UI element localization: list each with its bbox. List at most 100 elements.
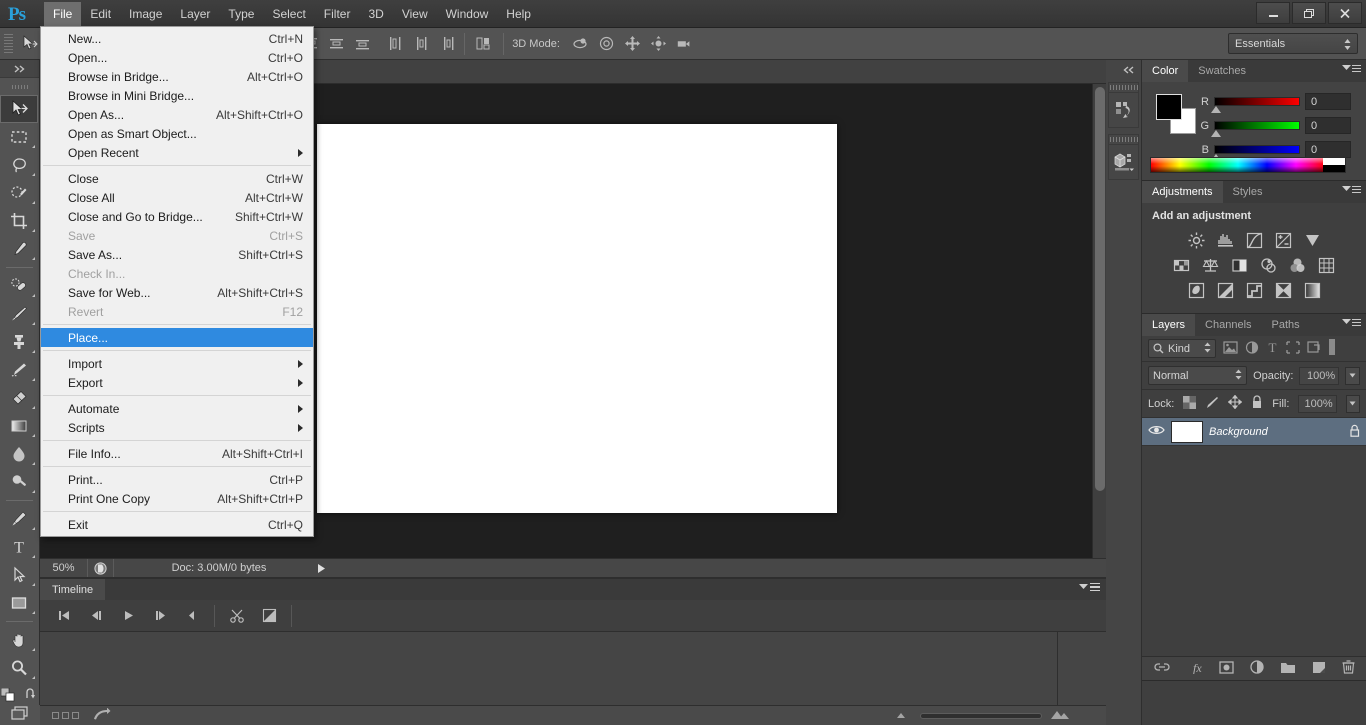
menu-item-new[interactable]: New... Ctrl+N — [41, 29, 313, 48]
layer-style-icon[interactable]: fx — [1186, 661, 1203, 677]
red-slider-thumb[interactable] — [1211, 106, 1221, 113]
tab-swatches[interactable]: Swatches — [1188, 60, 1256, 82]
screen-mode-bottom-icon[interactable] — [10, 706, 30, 725]
frame-view-buttons[interactable] — [52, 712, 79, 719]
menu-item-open-as-smart-object[interactable]: Open as Smart Object... — [41, 124, 313, 143]
distribute-vertical-centers-icon[interactable] — [328, 35, 345, 52]
photo-filter-icon[interactable] — [1259, 256, 1278, 275]
blue-channel-slider[interactable] — [1214, 145, 1300, 154]
tool-clone-stamp[interactable] — [0, 328, 38, 356]
lock-all-icon[interactable] — [1251, 395, 1263, 412]
status-expand-arrow-icon[interactable] — [314, 561, 328, 575]
color-foreground-swatch[interactable] — [1156, 94, 1182, 120]
threshold-icon[interactable] — [1245, 281, 1264, 300]
tab-color[interactable]: Color — [1142, 60, 1188, 82]
close-icon[interactable] — [1328, 2, 1362, 24]
tool-zoom[interactable] — [0, 654, 38, 682]
exposure-icon[interactable] — [1274, 231, 1293, 250]
menu-view[interactable]: View — [393, 2, 437, 27]
toolbar-grip[interactable] — [10, 81, 29, 93]
3d-panel-grip[interactable] — [1109, 135, 1138, 145]
filter-adjustment-icon[interactable] — [1245, 341, 1259, 357]
tool-pen[interactable] — [0, 505, 38, 533]
gradient-map-icon[interactable] — [1303, 281, 1322, 300]
menu-item-import[interactable]: Import — [41, 354, 313, 373]
tool-lasso[interactable] — [0, 151, 38, 179]
distribute-left-edges-icon[interactable] — [387, 35, 404, 52]
go-to-first-frame-icon[interactable] — [48, 601, 80, 631]
layer-lock-icon[interactable] — [1349, 424, 1360, 440]
new-layer-icon[interactable] — [1312, 661, 1326, 677]
curves-icon[interactable] — [1245, 231, 1264, 250]
menu-image[interactable]: Image — [120, 2, 171, 27]
timeline-zoom-slider[interactable] — [920, 713, 1042, 719]
lock-transparency-icon[interactable] — [1183, 396, 1196, 412]
filter-type-icon[interactable]: T — [1266, 341, 1279, 357]
tab-timeline[interactable]: Timeline — [40, 579, 105, 600]
tool-brush[interactable] — [0, 300, 38, 328]
menu-item-place[interactable]: Place... — [41, 328, 313, 347]
menu-item-close[interactable]: Close Ctrl+W — [41, 169, 313, 188]
tool-rectangle[interactable] — [0, 589, 38, 617]
menu-item-close-all[interactable]: Close All Alt+Ctrl+W — [41, 188, 313, 207]
filter-toggle-icon[interactable] — [1328, 338, 1336, 359]
3d-orbit-icon[interactable] — [572, 35, 589, 52]
menu-item-close-and-go-to-bridge[interactable]: Close and Go to Bridge... Shift+Ctrl+W — [41, 207, 313, 226]
transition-icon[interactable] — [253, 601, 285, 631]
menu-item-export[interactable]: Export — [41, 373, 313, 392]
tool-move[interactable] — [0, 95, 38, 123]
menu-3d[interactable]: 3D — [359, 2, 392, 27]
tab-styles[interactable]: Styles — [1223, 181, 1273, 203]
history-panel-icon[interactable] — [1109, 93, 1138, 127]
link-layers-icon[interactable] — [1154, 661, 1170, 676]
swap-colors-icon[interactable] — [25, 688, 38, 704]
onion-large-icon[interactable] — [1050, 709, 1070, 723]
tool-quick-selection[interactable] — [0, 179, 38, 207]
menu-select[interactable]: Select — [263, 2, 314, 27]
menu-item-print[interactable]: Print... Ctrl+P — [41, 470, 313, 489]
color-panel-menu-icon[interactable] — [1342, 64, 1361, 72]
history-panel-grip[interactable] — [1109, 83, 1138, 93]
new-group-icon[interactable] — [1280, 661, 1296, 677]
tool-dodge[interactable] — [0, 468, 38, 496]
3d-camera-icon[interactable] — [676, 35, 693, 52]
color-lookup-icon[interactable] — [1317, 256, 1336, 275]
color-balance-icon[interactable] — [1201, 256, 1220, 275]
menu-file[interactable]: File — [44, 2, 81, 27]
previous-frame-icon[interactable] — [80, 601, 112, 631]
channel-mixer-icon[interactable] — [1288, 256, 1307, 275]
lock-image-icon[interactable] — [1205, 396, 1219, 412]
spectrum-white-swatch[interactable] — [1323, 158, 1345, 165]
lock-position-icon[interactable] — [1228, 395, 1242, 412]
canvas-vertical-scrollbar[interactable] — [1092, 84, 1106, 558]
layer-visibility-eye-icon[interactable] — [1148, 424, 1165, 439]
menu-item-print-one-copy[interactable]: Print One Copy Alt+Shift+Ctrl+P — [41, 489, 313, 508]
minimize-icon[interactable] — [1256, 2, 1290, 24]
zoom-level-field[interactable]: 50% — [40, 559, 88, 577]
distribute-horizontal-centers-icon[interactable] — [413, 35, 430, 52]
filter-image-icon[interactable] — [1223, 341, 1238, 357]
auto-align-layers-icon[interactable] — [473, 35, 495, 53]
menu-item-browse-in-mini-bridge[interactable]: Browse in Mini Bridge... — [41, 86, 313, 105]
tool-history-brush[interactable] — [0, 356, 38, 384]
blend-mode-select[interactable]: Normal — [1148, 366, 1247, 385]
tool-eyedropper[interactable] — [0, 235, 38, 263]
levels-icon[interactable] — [1216, 231, 1235, 250]
menu-layer[interactable]: Layer — [171, 2, 219, 27]
menu-item-scripts[interactable]: Scripts — [41, 418, 313, 437]
red-channel-slider[interactable] — [1214, 97, 1300, 106]
tool-crop[interactable] — [0, 207, 38, 235]
3d-roll-icon[interactable] — [598, 35, 615, 52]
layers-list-empty-area[interactable] — [1142, 446, 1366, 656]
posterize-icon[interactable] — [1216, 281, 1235, 300]
tool-eraser[interactable] — [0, 384, 38, 412]
split-clip-icon[interactable] — [221, 601, 253, 631]
convert-to-video-timeline-icon[interactable] — [93, 708, 111, 724]
menu-type[interactable]: Type — [219, 2, 263, 27]
hue-saturation-icon[interactable] — [1172, 256, 1191, 275]
black-and-white-icon[interactable] — [1230, 256, 1249, 275]
file-menu-dropdown[interactable]: New... Ctrl+N Open... Ctrl+O Browse in B… — [40, 26, 314, 537]
options-bar-grip[interactable] — [4, 34, 13, 54]
3d-panel-icon[interactable] — [1109, 145, 1138, 179]
layers-panel-menu-icon[interactable] — [1342, 318, 1361, 326]
